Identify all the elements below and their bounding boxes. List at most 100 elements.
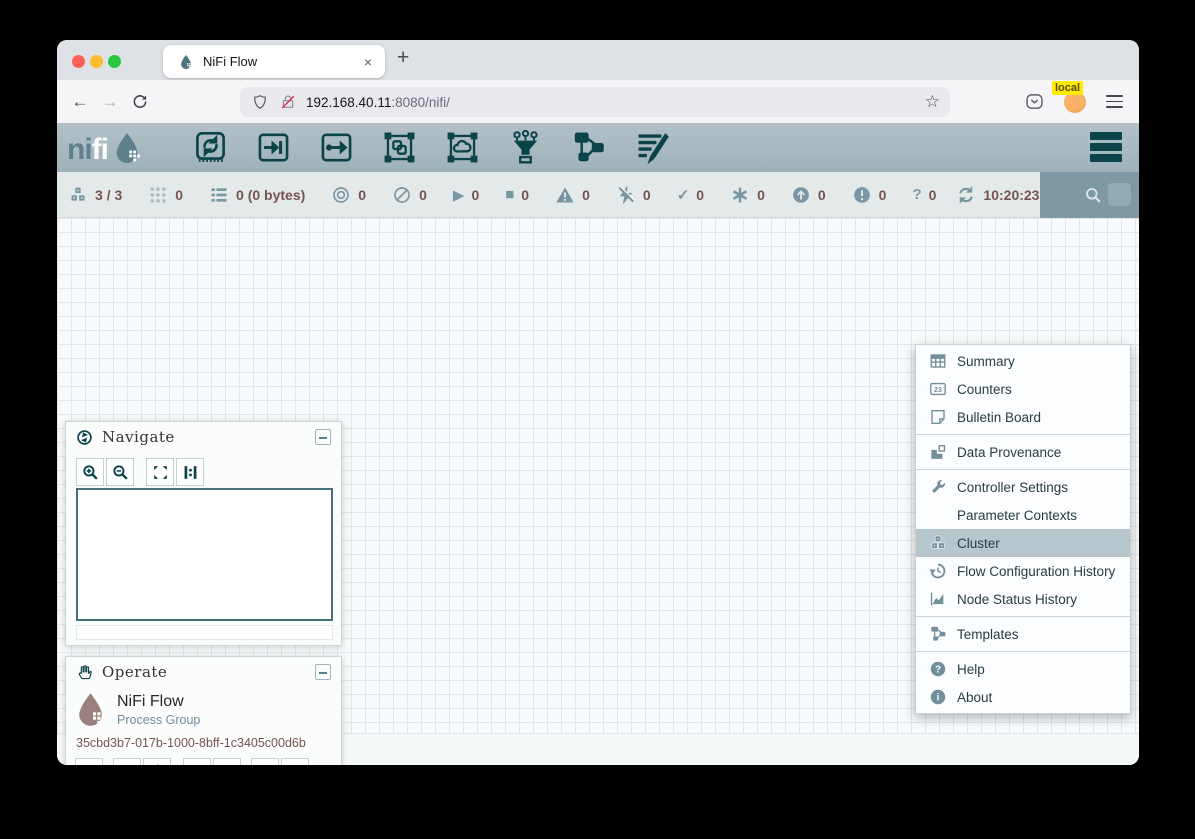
back-button[interactable]: ← bbox=[65, 92, 95, 112]
funnel-icon[interactable] bbox=[507, 129, 544, 166]
nifi-toolbar: nifi bbox=[57, 123, 1139, 172]
flow-canvas[interactable]: Navigate Operate bbox=[57, 218, 1139, 733]
menu-item-help[interactable]: Help bbox=[916, 655, 1130, 683]
nifi-logo: nifi bbox=[67, 131, 144, 165]
zoom-fit-icon bbox=[151, 463, 170, 482]
forward-button[interactable]: → bbox=[95, 92, 125, 112]
output-port-icon[interactable] bbox=[318, 129, 355, 166]
process-group-icon[interactable] bbox=[381, 129, 418, 166]
zoom-fit-button[interactable] bbox=[146, 458, 174, 486]
input-port-icon[interactable] bbox=[255, 129, 292, 166]
url-text[interactable]: 192.168.40.11:8080/nifi/ bbox=[306, 95, 925, 110]
menu-item-node-status-history[interactable]: Node Status History bbox=[916, 585, 1130, 613]
operate-title: Operate bbox=[102, 663, 315, 681]
configure-button[interactable] bbox=[75, 758, 103, 765]
browser-tab[interactable]: NiFi Flow × bbox=[163, 45, 385, 78]
zoom-in-button[interactable] bbox=[76, 458, 104, 486]
menu-divider bbox=[916, 434, 1130, 435]
upload-template-icon bbox=[286, 763, 305, 766]
start-button[interactable] bbox=[183, 758, 211, 765]
upload-template-button[interactable] bbox=[281, 758, 309, 765]
birdseye-outline bbox=[76, 625, 333, 640]
hand-icon bbox=[76, 664, 93, 681]
navigate-controls bbox=[76, 458, 341, 486]
search-icon[interactable] bbox=[1084, 186, 1102, 204]
template-icon[interactable] bbox=[570, 129, 607, 166]
node-status-history-icon bbox=[929, 590, 947, 608]
menu-item-cluster[interactable]: Cluster bbox=[916, 529, 1130, 557]
component-palette bbox=[192, 129, 670, 166]
close-window-button[interactable] bbox=[72, 55, 85, 68]
create-template-button[interactable] bbox=[251, 758, 279, 765]
tab-strip: NiFi Flow × + bbox=[57, 40, 1139, 80]
zoom-window-button[interactable] bbox=[108, 55, 121, 68]
logo-fi: fi bbox=[92, 135, 108, 165]
help-icon bbox=[929, 660, 947, 678]
navigate-header[interactable]: Navigate bbox=[66, 422, 341, 452]
browser-window: NiFi Flow × + ← → 192.168.40.11:8080/nif… bbox=[57, 40, 1139, 765]
zoom-out-button[interactable] bbox=[106, 458, 134, 486]
menu-item-bulletin-board[interactable]: Bulletin Board bbox=[916, 403, 1130, 431]
locally-modified-stale-icon bbox=[852, 185, 872, 205]
up-to-date-icon: ✓ bbox=[677, 186, 690, 204]
not-transmitting-icon bbox=[392, 185, 412, 205]
selection-summary: NiFi Flow Process Group bbox=[72, 691, 341, 728]
menu-item-data-provenance[interactable]: Data Provenance bbox=[916, 438, 1130, 466]
menu-item-templates[interactable]: Templates bbox=[916, 620, 1130, 648]
invalid-icon bbox=[555, 185, 575, 205]
cluster-count: 3 / 3 bbox=[95, 187, 122, 203]
bolt-slash-icon bbox=[148, 763, 166, 765]
summary-icon bbox=[929, 352, 947, 370]
menu-item-flow-configuration-history[interactable]: Flow Configuration History bbox=[916, 557, 1130, 585]
profile-avatar[interactable]: local bbox=[1064, 91, 1086, 113]
menu-item-summary[interactable]: Summary bbox=[916, 347, 1130, 375]
svg-text:23: 23 bbox=[934, 386, 942, 394]
menu-divider bbox=[916, 469, 1130, 470]
operate-palette: Operate NiFi Flow Process Group 35cbd3b7… bbox=[65, 656, 342, 765]
bulletin-board-icon bbox=[929, 408, 947, 426]
stopped-icon: ■ bbox=[505, 186, 514, 203]
menu-item-parameter-contexts[interactable]: Parameter Contexts bbox=[916, 501, 1130, 529]
processor-icon[interactable] bbox=[192, 129, 229, 166]
queued-stats: 0 (0 bytes) bbox=[209, 185, 305, 205]
enable-button[interactable] bbox=[113, 758, 141, 765]
search-button[interactable] bbox=[1108, 183, 1131, 206]
menu-item-controller-settings[interactable]: Controller Settings bbox=[916, 473, 1130, 501]
close-tab-icon[interactable]: × bbox=[364, 54, 372, 70]
sync-failure-count: ? 0 bbox=[912, 186, 936, 203]
new-tab-button[interactable]: + bbox=[397, 46, 409, 70]
birdseye-minimap[interactable] bbox=[76, 488, 333, 621]
cluster-status: 3 / 3 bbox=[68, 185, 122, 205]
refresh-icon[interactable] bbox=[956, 185, 976, 205]
operate-buttons-primary bbox=[75, 758, 341, 765]
pocket-icon[interactable] bbox=[1025, 92, 1044, 111]
navigate-title: Navigate bbox=[102, 428, 315, 446]
stopped-count: ■ 0 bbox=[505, 186, 529, 203]
logo-ni: ni bbox=[67, 135, 92, 165]
reload-button[interactable] bbox=[125, 93, 155, 110]
stop-button[interactable] bbox=[213, 758, 241, 765]
menu-item-counters[interactable]: 23 Counters bbox=[916, 375, 1130, 403]
collapse-operate-button[interactable] bbox=[315, 664, 331, 680]
label-icon[interactable] bbox=[633, 129, 670, 166]
zoom-in-icon bbox=[81, 463, 100, 482]
shield-icon[interactable] bbox=[252, 94, 268, 110]
insecure-lock-icon[interactable] bbox=[280, 94, 296, 110]
disable-button[interactable] bbox=[143, 758, 171, 765]
operate-header[interactable]: Operate bbox=[66, 657, 341, 687]
global-menu-button[interactable] bbox=[1090, 132, 1122, 162]
bookmark-star-icon[interactable]: ☆ bbox=[925, 92, 940, 112]
browser-navbar: ← → 192.168.40.11:8080/nifi/ ☆ l bbox=[57, 80, 1139, 123]
remote-process-group-icon[interactable] bbox=[444, 129, 481, 166]
url-bar[interactable]: 192.168.40.11:8080/nifi/ ☆ bbox=[240, 87, 950, 117]
zoom-actual-size-button[interactable] bbox=[176, 458, 204, 486]
sync-failure-icon: ? bbox=[912, 186, 921, 203]
counters-icon: 23 bbox=[929, 380, 947, 398]
menu-item-about[interactable]: About bbox=[916, 683, 1130, 711]
tab-title: NiFi Flow bbox=[203, 54, 364, 69]
collapse-navigate-button[interactable] bbox=[315, 429, 331, 445]
stale-count: 0 bbox=[791, 185, 826, 205]
play-icon bbox=[188, 763, 206, 765]
firefox-menu-button[interactable] bbox=[1106, 95, 1123, 107]
minimize-window-button[interactable] bbox=[90, 55, 103, 68]
